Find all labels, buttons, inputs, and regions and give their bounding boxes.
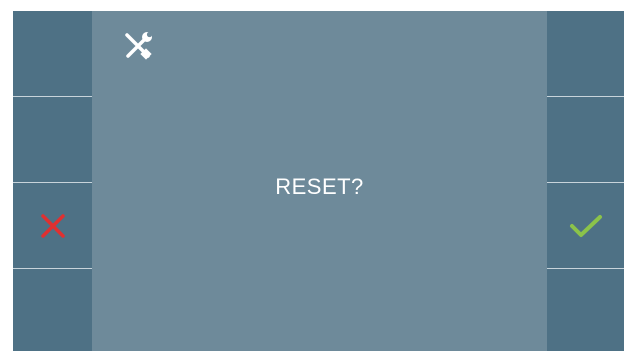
left-button-2[interactable]	[13, 97, 92, 183]
close-icon	[40, 213, 65, 238]
intercom-screen: RESET?	[13, 11, 624, 351]
right-button-column	[547, 11, 624, 351]
left-button-4[interactable]	[13, 269, 92, 351]
right-button-2[interactable]	[547, 97, 624, 183]
left-button-column	[13, 11, 92, 351]
confirm-button[interactable]	[547, 183, 624, 269]
right-button-4[interactable]	[547, 269, 624, 351]
cancel-button[interactable]	[13, 183, 92, 269]
reset-prompt: RESET?	[275, 174, 364, 199]
reset-dialog: RESET?	[92, 11, 547, 351]
left-button-1[interactable]	[13, 11, 92, 97]
checkmark-icon	[569, 214, 602, 237]
tools-icon	[125, 31, 153, 60]
right-button-1[interactable]	[547, 11, 624, 97]
